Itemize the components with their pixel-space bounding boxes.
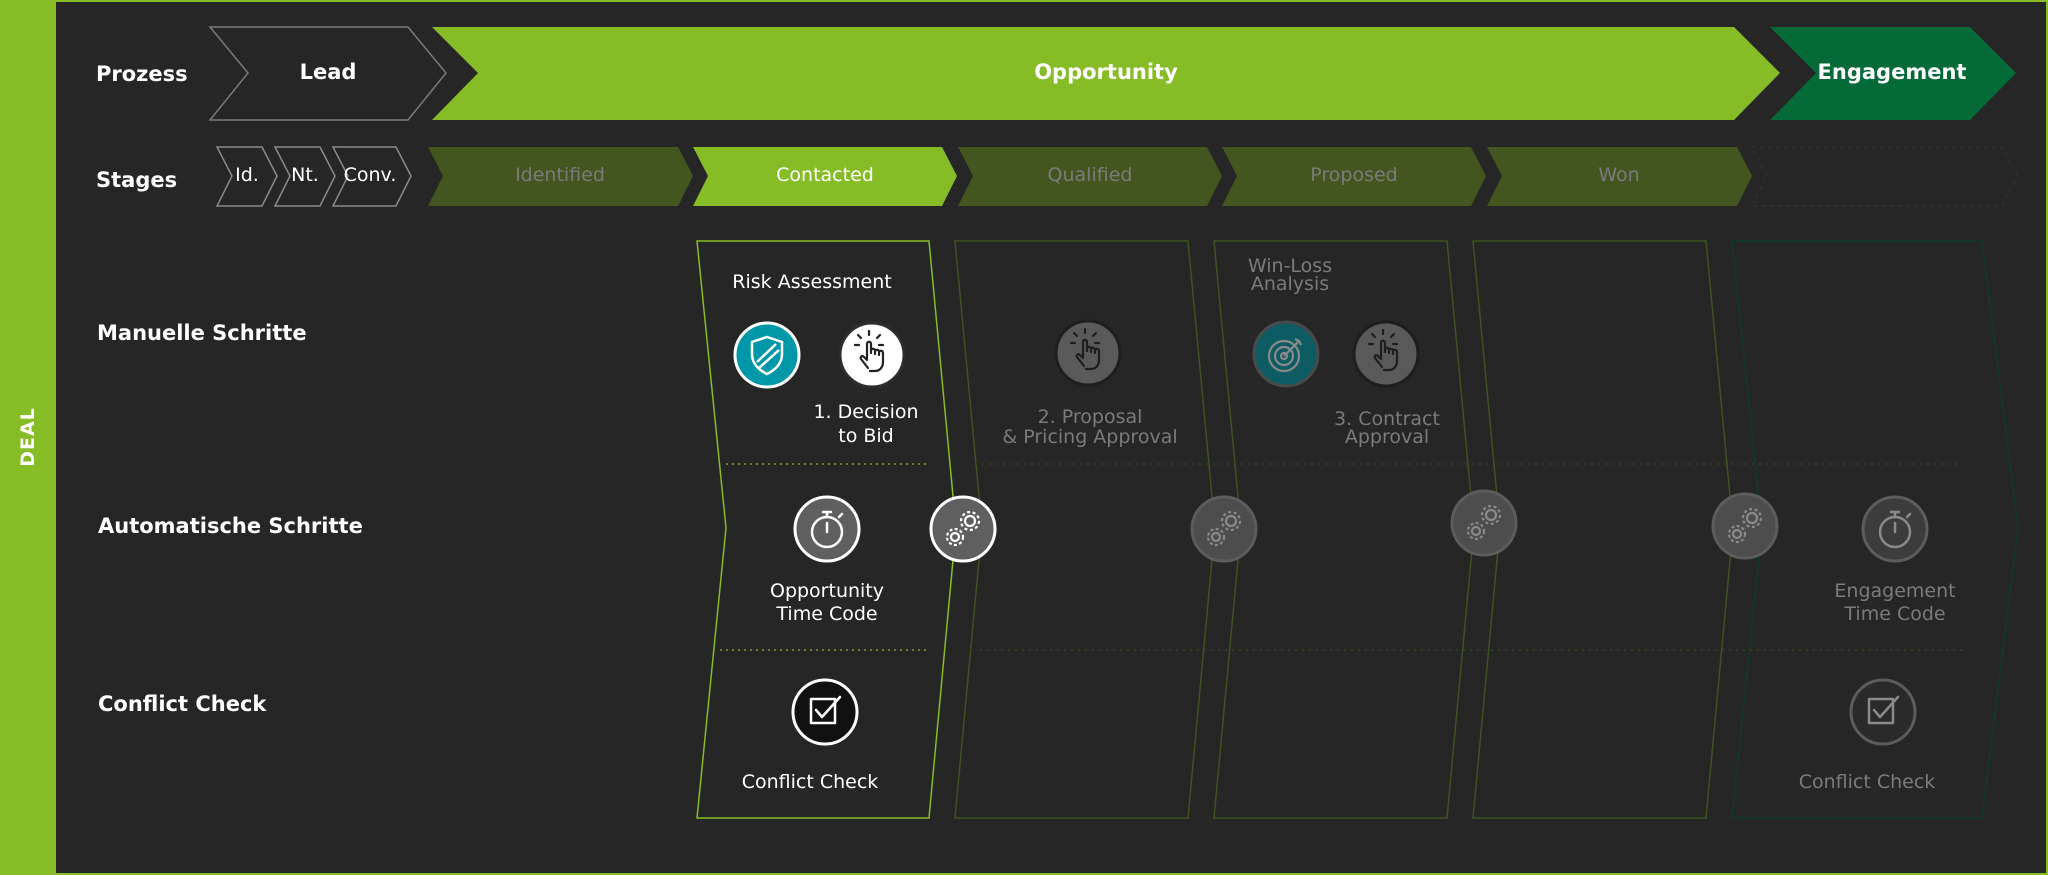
stage-id-label: Id.	[235, 164, 259, 186]
stage-nt-label: Nt.	[291, 164, 319, 186]
target-icon	[1252, 320, 1320, 388]
stage-contacted-label: Contacted	[776, 164, 874, 186]
conflict-check-contacted-label: Conflict Check	[741, 771, 879, 793]
proposal-approval-line2: & Pricing Approval	[1002, 426, 1178, 448]
process-engagement-label: Engagement	[1817, 60, 1967, 84]
gears-icon	[929, 495, 997, 563]
hand-pointer-icon	[1352, 320, 1420, 388]
stage-engagement-chevron	[1751, 146, 2018, 207]
stage-qualified-label: Qualified	[1047, 164, 1133, 186]
engagement-time-code-line2: Time Code	[1844, 603, 1946, 625]
hand-pointer-icon	[838, 321, 906, 389]
decision-to-bid-line2: to Bid	[838, 425, 894, 447]
deal-process-diagram: DEAL Prozess Stages Manuelle Schritte Au…	[0, 0, 2048, 875]
gears-icon	[1450, 489, 1518, 557]
row-label-conflict: Conflict Check	[98, 692, 267, 716]
engagement-time-code-line1: Engagement	[1834, 580, 1956, 602]
gears-icon	[1190, 495, 1258, 563]
opportunity-time-code-line1: Opportunity	[769, 580, 885, 602]
stopwatch-icon	[793, 495, 861, 563]
stopwatch-icon	[1861, 495, 1929, 563]
risk-assessment-label: Risk Assessment	[732, 271, 892, 293]
stage-conv-label: Conv.	[343, 164, 397, 186]
contract-approval-line2: Approval	[1344, 426, 1430, 448]
checkbox-icon	[791, 678, 859, 746]
win-loss-line2: Analysis	[1250, 273, 1330, 295]
shield-icon	[733, 321, 801, 389]
row-label-automatic: Automatische Schritte	[98, 514, 363, 538]
decision-to-bid-line1: 1. Decision	[813, 401, 919, 423]
gears-icon	[1711, 492, 1779, 560]
conflict-check-engagement-label: Conflict Check	[1798, 771, 1936, 793]
row-label-process: Prozess	[96, 62, 188, 86]
stage-proposed-label: Proposed	[1310, 164, 1398, 186]
process-lead-label: Lead	[299, 60, 357, 84]
process-opportunity-label: Opportunity	[1034, 60, 1178, 84]
stage-identified-label: Identified	[515, 164, 605, 186]
checkbox-icon	[1849, 678, 1917, 746]
hand-pointer-icon	[1054, 319, 1122, 387]
row-label-manual: Manuelle Schritte	[97, 321, 307, 345]
proposal-approval-line1: 2. Proposal	[1037, 406, 1143, 428]
stage-won-label: Won	[1598, 164, 1640, 186]
row-label-stages: Stages	[96, 168, 178, 192]
opportunity-time-code-line2: Time Code	[776, 603, 878, 625]
